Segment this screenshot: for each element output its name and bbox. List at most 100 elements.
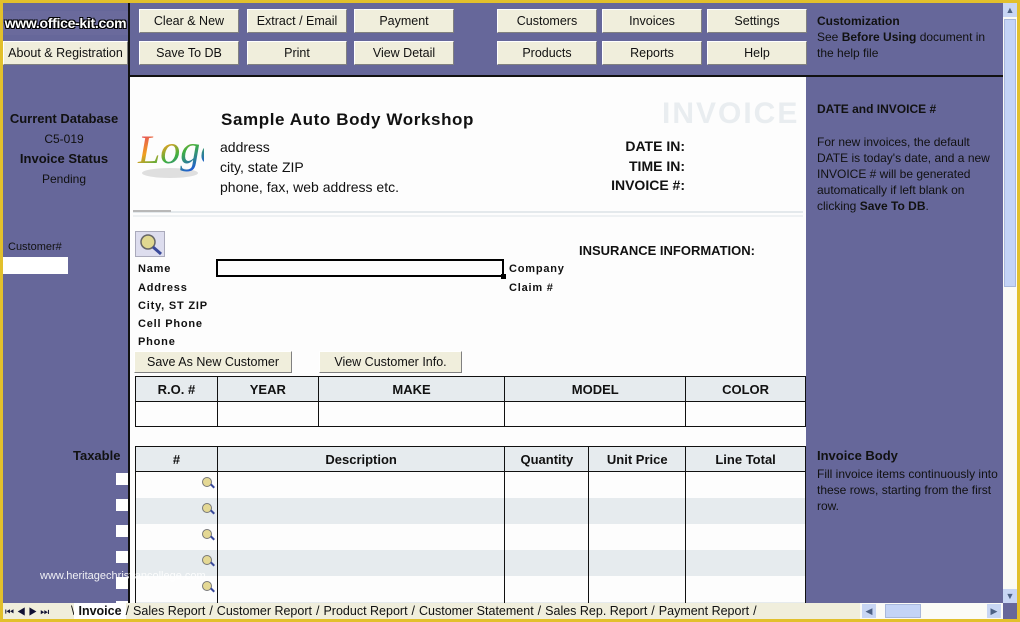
taxable-label: Taxable [73,448,121,463]
taxable-checkbox[interactable] [116,525,128,537]
description-cell[interactable] [216,523,506,550]
unit-price-cell[interactable] [588,497,687,524]
make-cell[interactable] [317,401,506,427]
sheet-tab[interactable]: Sales Report [129,603,209,619]
color-header: COLOR [685,376,806,402]
line-total-cell[interactable] [685,549,806,576]
customer-name-input[interactable] [216,259,504,277]
sheet-tab[interactable]: Customer Statement [415,603,538,619]
insurance-title: INSURANCE INFORMATION: [579,243,755,258]
line-total-cell[interactable] [685,575,806,602]
invoices-button[interactable]: Invoices [602,9,702,33]
brand-logo[interactable]: www.office-kit.com [3,11,128,35]
about-registration-button[interactable]: About & Registration [3,41,128,65]
last-sheet-icon[interactable]: ⏭ [40,607,49,618]
company-logo: Logo [136,105,220,185]
sheet-tab[interactable]: Sales Rep. Report [541,603,651,619]
first-sheet-icon[interactable]: ⏮ [5,607,14,618]
horizontal-scroll-thumb[interactable] [885,604,921,618]
logo-text: Logo [137,127,204,172]
vertical-scroll-thumb[interactable] [1004,19,1016,287]
line-total-header: Line Total [685,446,806,472]
clear-new-button[interactable]: Clear & New [139,9,239,33]
description-cell[interactable] [216,549,506,576]
reports-button[interactable]: Reports [602,41,702,65]
taxable-checkbox[interactable] [116,551,128,563]
date-invoice-help-text: For new invoices, the default DATE is to… [817,134,999,214]
line-total-cell[interactable] [685,471,806,498]
city-st-zip-label: City, ST ZIP [138,300,208,312]
left-panel: Current Database C5-019 Invoice Status P… [3,109,125,189]
item-number-cell[interactable] [135,523,218,550]
customer-lookup-button[interactable] [135,231,165,257]
ro-number-header: R.O. # [135,376,218,402]
quantity-cell[interactable] [504,523,590,550]
scroll-right-icon[interactable]: ▶ [987,604,1001,618]
product-lookup-icon[interactable] [201,581,215,593]
scroll-up-icon[interactable]: ▲ [1003,3,1017,17]
separator-line [133,211,803,213]
products-button[interactable]: Products [497,41,597,65]
unit-price-cell[interactable] [588,575,687,602]
description-cell[interactable] [216,471,506,498]
settings-button[interactable]: Settings [707,9,807,33]
product-lookup-icon[interactable] [201,529,215,541]
quantity-cell[interactable] [504,575,590,602]
customers-button[interactable]: Customers [497,9,597,33]
company-city: city, state ZIP [220,159,304,175]
invoice-body-help-title: Invoice Body [817,448,898,463]
vehicle-table-header: R.O. # YEAR MAKE MODEL COLOR [135,376,806,402]
payment-button[interactable]: Payment [354,9,454,33]
taxable-checkbox[interactable] [116,499,128,511]
item-number-cell[interactable] [135,471,218,498]
line-total-cell[interactable] [685,523,806,550]
unit-price-cell[interactable] [588,549,687,576]
extract-email-button[interactable]: Extract / Email [247,9,347,33]
quantity-cell[interactable] [504,549,590,576]
invoice-sheet: Logo Sample Auto Body Workshop address c… [130,77,806,619]
item-number-cell[interactable] [135,497,218,524]
help-button[interactable]: Help [707,41,807,65]
unit-price-cell[interactable] [588,523,687,550]
customer-number-input[interactable] [3,257,68,274]
item-number-header: # [135,446,218,472]
separator-line [133,215,803,217]
save-to-db-button[interactable]: Save To DB [139,41,239,65]
print-button[interactable]: Print [247,41,347,65]
ro-number-cell[interactable] [135,401,218,427]
prev-sheet-icon[interactable]: ◀ [17,607,26,618]
description-cell[interactable] [216,575,506,602]
description-cell[interactable] [216,497,506,524]
horizontal-scrollbar[interactable]: ◀ ▶ [860,603,1003,619]
year-header: YEAR [216,376,319,402]
fill-handle[interactable] [501,274,506,279]
year-cell[interactable] [216,401,319,427]
product-lookup-icon[interactable] [201,555,215,567]
product-lookup-icon[interactable] [201,477,215,489]
color-cell[interactable] [685,401,806,427]
item-row [135,549,806,576]
taxable-checkbox[interactable] [116,473,128,485]
save-as-new-customer-button[interactable]: Save As New Customer [134,351,292,373]
sheet-tab[interactable]: Customer Report [213,603,316,619]
view-detail-button[interactable]: View Detail [354,41,454,65]
vertical-scrollbar[interactable]: ▲ ▼ [1003,3,1017,603]
sheet-tab[interactable]: Payment Report [655,603,753,619]
quantity-cell[interactable] [504,497,590,524]
line-total-cell[interactable] [685,497,806,524]
product-lookup-icon[interactable] [201,503,215,515]
quantity-cell[interactable] [504,471,590,498]
next-sheet-icon[interactable]: ▶ [28,607,37,618]
date-invoice-help: DATE and INVOICE # For new invoices, the… [817,101,999,214]
scroll-down-icon[interactable]: ▼ [1003,589,1017,603]
tab-navigation: ⏮ ◀ ▶ ⏭ [3,607,71,618]
view-customer-info-button[interactable]: View Customer Info. [319,351,462,373]
sheet-tab[interactable]: Invoice [74,603,126,619]
make-header: MAKE [317,376,506,402]
date-help-text-bold: Save To DB [859,199,926,213]
model-cell[interactable] [504,401,687,427]
unit-price-cell[interactable] [588,471,687,498]
sheet-tab[interactable]: Product Report [319,603,411,619]
scroll-left-icon[interactable]: ◀ [862,604,876,618]
address-label: Address [138,282,188,294]
